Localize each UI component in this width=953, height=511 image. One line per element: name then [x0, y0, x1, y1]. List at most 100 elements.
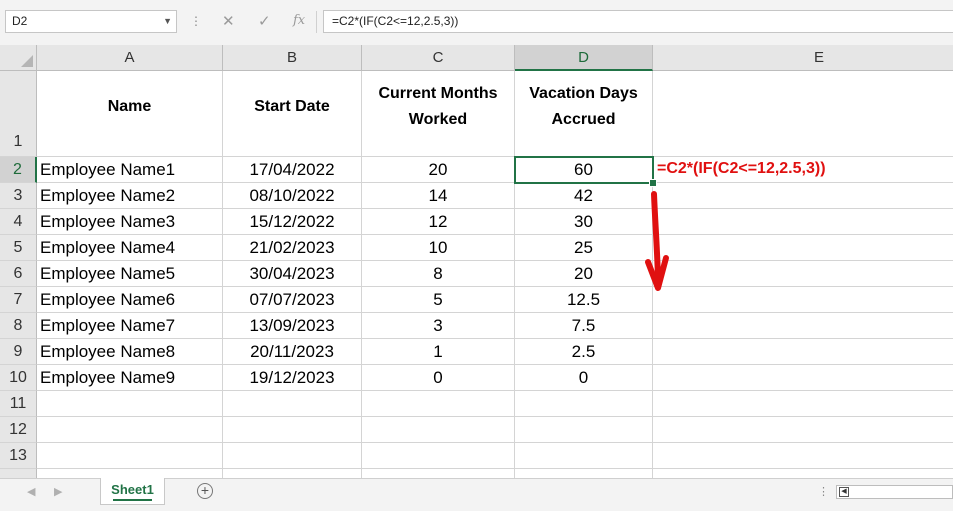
row-header-7[interactable]: 7	[0, 287, 37, 313]
column-header-b[interactable]: B	[223, 45, 362, 71]
cell-e8[interactable]	[653, 313, 953, 339]
cell-c5[interactable]: 10	[362, 235, 515, 261]
cell-c7[interactable]: 5	[362, 287, 515, 313]
cell-d6[interactable]: 20	[515, 261, 653, 287]
cell-b8[interactable]: 13/09/2023	[223, 313, 362, 339]
cell-a2[interactable]: Employee Name1	[37, 157, 223, 183]
cell-d9[interactable]: 2.5	[515, 339, 653, 365]
cell-d8[interactable]: 7.5	[515, 313, 653, 339]
row-header-11[interactable]: 11	[0, 391, 37, 417]
insert-function-icon[interactable]: fx	[293, 13, 305, 28]
cell-a3[interactable]: Employee Name2	[37, 183, 223, 209]
more-dots-icon[interactable]: ⋮	[190, 14, 202, 28]
header-cell-start-date[interactable]: Start Date	[223, 71, 362, 157]
cell-a11[interactable]	[37, 391, 223, 417]
cell-b4[interactable]: 15/12/2022	[223, 209, 362, 235]
column-header-e[interactable]: E	[653, 45, 953, 71]
name-box[interactable]: D2 ▼	[5, 10, 177, 33]
cell-d4[interactable]: 30	[515, 209, 653, 235]
cell-b13[interactable]	[223, 443, 362, 469]
row-header-12[interactable]: 12	[0, 417, 37, 443]
cell-e5[interactable]	[653, 235, 953, 261]
cell-e7[interactable]	[653, 287, 953, 313]
cell-c2[interactable]: 20	[362, 157, 515, 183]
cell-e13[interactable]	[653, 443, 953, 469]
column-header-d[interactable]: D	[515, 45, 653, 71]
cell-a10[interactable]: Employee Name9	[37, 365, 223, 391]
horizontal-scrollbar[interactable]: ◀	[836, 485, 953, 499]
cell-e12[interactable]	[653, 417, 953, 443]
cell-d10[interactable]: 0	[515, 365, 653, 391]
cell-c13[interactable]	[362, 443, 515, 469]
cell-c3[interactable]: 14	[362, 183, 515, 209]
cell-d13[interactable]	[515, 443, 653, 469]
cell-d3[interactable]: 42	[515, 183, 653, 209]
cell-c8[interactable]: 3	[362, 313, 515, 339]
cell-b5[interactable]: 21/02/2023	[223, 235, 362, 261]
cell-a8[interactable]: Employee Name7	[37, 313, 223, 339]
cell-c4[interactable]: 12	[362, 209, 515, 235]
cell-b12[interactable]	[223, 417, 362, 443]
row-header-14[interactable]	[0, 469, 37, 478]
cell-b14[interactable]	[223, 469, 362, 478]
header-cell-months[interactable]: Current Months Worked	[362, 71, 515, 157]
cell-a9[interactable]: Employee Name8	[37, 339, 223, 365]
cell-c12[interactable]	[362, 417, 515, 443]
row-header-1[interactable]: 1	[0, 71, 37, 157]
cell-b11[interactable]	[223, 391, 362, 417]
scroll-left-icon[interactable]: ◀	[27, 485, 35, 498]
cell-a12[interactable]	[37, 417, 223, 443]
cancel-x-icon[interactable]: ✕	[222, 12, 235, 30]
cell-c9[interactable]: 1	[362, 339, 515, 365]
sheet-tab-sheet1[interactable]: Sheet1	[100, 478, 165, 505]
add-sheet-icon[interactable]: +	[197, 483, 213, 499]
cell-d14[interactable]	[515, 469, 653, 478]
row-header-13[interactable]: 13	[0, 443, 37, 469]
cell-b3[interactable]: 08/10/2022	[223, 183, 362, 209]
cell-b7[interactable]: 07/07/2023	[223, 287, 362, 313]
tab-splitter-icon[interactable]: ⋮	[818, 485, 829, 498]
column-header-c[interactable]: C	[362, 45, 515, 71]
cell-d2[interactable]: 60	[515, 157, 653, 183]
cell-d11[interactable]	[515, 391, 653, 417]
cell-b10[interactable]: 19/12/2023	[223, 365, 362, 391]
row-header-8[interactable]: 8	[0, 313, 37, 339]
formula-input[interactable]: =C2*(IF(C2<=12,2.5,3))	[323, 10, 953, 33]
cell-b2[interactable]: 17/04/2022	[223, 157, 362, 183]
chevron-down-icon[interactable]: ▼	[163, 11, 172, 32]
scroll-left-button-icon[interactable]: ◀	[839, 487, 849, 497]
cell-e9[interactable]	[653, 339, 953, 365]
row-header-4[interactable]: 4	[0, 209, 37, 235]
cell-a13[interactable]	[37, 443, 223, 469]
cell-a4[interactable]: Employee Name3	[37, 209, 223, 235]
fill-handle[interactable]	[649, 179, 657, 187]
cell-c14[interactable]	[362, 469, 515, 478]
cell-e6[interactable]	[653, 261, 953, 287]
cell-e14[interactable]	[653, 469, 953, 478]
scroll-right-icon[interactable]: ▶	[54, 485, 62, 498]
row-header-6[interactable]: 6	[0, 261, 37, 287]
enter-check-icon[interactable]: ✓	[258, 12, 271, 30]
cell-d5[interactable]: 25	[515, 235, 653, 261]
row-header-5[interactable]: 5	[0, 235, 37, 261]
cell-c6[interactable]: 8	[362, 261, 515, 287]
cell-b9[interactable]: 20/11/2023	[223, 339, 362, 365]
cell-c10[interactable]: 0	[362, 365, 515, 391]
cell-c11[interactable]	[362, 391, 515, 417]
cell-e11[interactable]	[653, 391, 953, 417]
header-cell-vacation[interactable]: Vacation Days Accrued	[515, 71, 653, 157]
cell-e4[interactable]	[653, 209, 953, 235]
cell-a6[interactable]: Employee Name5	[37, 261, 223, 287]
select-all-button[interactable]	[0, 45, 37, 71]
row-header-2[interactable]: 2	[0, 157, 37, 183]
cell-a7[interactable]: Employee Name6	[37, 287, 223, 313]
header-cell-name[interactable]: Name	[37, 71, 223, 157]
cell-a5[interactable]: Employee Name4	[37, 235, 223, 261]
row-header-3[interactable]: 3	[0, 183, 37, 209]
cell-d7[interactable]: 12.5	[515, 287, 653, 313]
cell-a14[interactable]	[37, 469, 223, 478]
row-header-9[interactable]: 9	[0, 339, 37, 365]
cell-b6[interactable]: 30/04/2023	[223, 261, 362, 287]
column-header-a[interactable]: A	[37, 45, 223, 71]
row-header-10[interactable]: 10	[0, 365, 37, 391]
